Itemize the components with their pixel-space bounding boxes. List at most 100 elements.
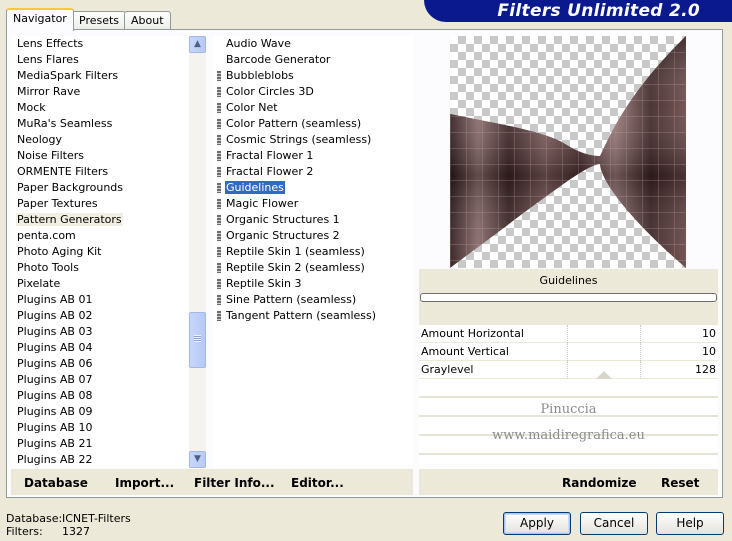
category-item[interactable]: Plugins AB 09 <box>16 404 93 420</box>
app-title-banner: Filters Unlimited 2.0 <box>424 0 732 22</box>
filter-bullet-icon <box>217 119 221 129</box>
category-item[interactable]: Lens Effects <box>16 36 84 52</box>
category-item[interactable]: Plugins AB 07 <box>16 372 93 388</box>
filter-item-label: Organic Structures 1 <box>226 213 340 226</box>
category-item[interactable]: Plugins AB 03 <box>16 324 93 340</box>
database-button[interactable]: Database <box>24 476 88 490</box>
filter-item-label: Cosmic Strings (seamless) <box>226 133 372 146</box>
category-item-label: Plugins AB 03 <box>17 325 93 338</box>
filter-item[interactable]: Fractal Flower 2 <box>217 164 314 180</box>
filter-item[interactable]: Sine Pattern (seamless) <box>217 292 357 308</box>
category-item[interactable]: Mock <box>16 100 47 116</box>
filter-item[interactable]: Cosmic Strings (seamless) <box>217 132 372 148</box>
category-list[interactable]: Lens Effects Lens Flares MediaSpark Filter… <box>11 36 189 468</box>
category-item[interactable]: Lens Flares <box>16 52 80 68</box>
category-item[interactable]: Plugins AB 08 <box>16 388 93 404</box>
category-scrollbar[interactable]: ▲ ▼ <box>189 36 206 468</box>
filter-bullet-icon <box>217 295 221 305</box>
category-item[interactable]: Noise Filters <box>16 148 85 164</box>
filter-item[interactable]: Color Pattern (seamless) <box>217 116 362 132</box>
filter-item[interactable]: Reptile Skin 2 (seamless) <box>217 260 366 276</box>
category-item[interactable]: Plugins AB 10 <box>16 420 93 436</box>
randomize-button[interactable]: Randomize <box>562 476 636 490</box>
filter-item-label: Audio Wave <box>226 37 291 50</box>
category-item[interactable]: Plugins AB 01 <box>16 292 93 308</box>
filter-item-label: Magic Flower <box>226 197 299 210</box>
scroll-down-button[interactable]: ▼ <box>189 451 206 468</box>
parameter-slider[interactable] <box>567 343 641 361</box>
category-item[interactable]: Plugins AB 21 <box>16 436 93 452</box>
filter-bullet-icon <box>217 231 221 241</box>
filter-item[interactable]: Color Circles 3D <box>217 84 315 100</box>
filter-item-label: Color Pattern (seamless) <box>226 117 362 130</box>
filter-item[interactable]: Reptile Skin 1 (seamless) <box>217 244 366 260</box>
parameter-slider[interactable] <box>567 361 641 379</box>
filter-item[interactable]: Audio Wave <box>217 36 292 52</box>
filter-item-label: Reptile Skin 1 (seamless) <box>226 245 365 258</box>
import-button[interactable]: Import... <box>115 476 174 490</box>
category-item[interactable]: Plugins AB 02 <box>16 308 93 324</box>
category-item-label: MediaSpark Filters <box>17 69 119 82</box>
filter-bullet-icon <box>217 247 221 257</box>
category-item-label: ORMENTE Filters <box>17 165 109 178</box>
category-item[interactable]: penta.com <box>16 228 77 244</box>
filter-bullet-icon <box>217 135 221 145</box>
category-item[interactable]: Pixelate <box>16 276 61 292</box>
tab-navigator[interactable]: Navigator <box>6 8 74 31</box>
preview-image <box>450 36 686 268</box>
category-item[interactable]: Pattern Generators <box>16 212 123 228</box>
filter-item-label: Organic Structures 2 <box>226 229 340 242</box>
parameter-label: Amount Horizontal <box>421 327 524 340</box>
filter-item[interactable]: Bubbleblobs <box>217 68 295 84</box>
parameter-row[interactable]: Amount Vertical 10 <box>419 343 718 361</box>
filter-item[interactable]: Organic Structures 2 <box>217 228 341 244</box>
slider-thumb[interactable] <box>596 371 612 379</box>
filter-item[interactable]: Fractal Flower 1 <box>217 148 314 164</box>
parameter-row[interactable]: Graylevel 128 <box>419 361 718 379</box>
tab-presets[interactable]: Presets <box>72 11 127 30</box>
editor-button[interactable]: Editor... <box>291 476 344 490</box>
category-item[interactable]: Paper Backgrounds <box>16 180 124 196</box>
parameter-value: 10 <box>702 345 716 358</box>
scroll-up-button[interactable]: ▲ <box>189 36 206 53</box>
filter-item[interactable]: Reptile Skin 3 <box>217 276 302 292</box>
category-item-label: Lens Flares <box>17 53 79 66</box>
filter-item[interactable]: Barcode Generator <box>217 52 331 68</box>
help-button[interactable]: Help <box>656 512 724 535</box>
apply-button[interactable]: Apply <box>503 512 571 535</box>
filter-item[interactable]: Tangent Pattern (seamless) <box>217 308 377 324</box>
category-item[interactable]: Mirror Rave <box>16 84 81 100</box>
preview-filter-name: Guidelines <box>539 274 598 287</box>
filter-item[interactable]: Magic Flower <box>217 196 299 212</box>
cancel-button[interactable]: Cancel <box>580 512 648 535</box>
category-item-label: Mock <box>17 101 46 114</box>
category-item[interactable]: Neology <box>16 132 63 148</box>
filter-list[interactable]: Audio Wave Barcode Generator Bubbleblobs Co… <box>214 36 413 468</box>
reset-button[interactable]: Reset <box>661 476 699 490</box>
category-item[interactable]: Paper Textures <box>16 196 99 212</box>
filter-info-button[interactable]: Filter Info... <box>194 476 275 490</box>
tab-about[interactable]: About <box>124 11 171 30</box>
filter-item[interactable]: Color Net <box>217 100 279 116</box>
category-item-label: Mirror Rave <box>17 85 81 98</box>
category-item[interactable]: Plugins AB 22 <box>16 452 93 468</box>
category-item[interactable]: ORMENTE Filters <box>16 164 109 180</box>
category-item[interactable]: Photo Tools <box>16 260 80 276</box>
filter-bullet-icon <box>217 167 221 177</box>
category-item[interactable]: MuRa's Seamless <box>16 116 113 132</box>
filter-bullet-icon <box>217 151 221 161</box>
category-item[interactable]: Photo Aging Kit <box>16 244 102 260</box>
chevron-down-icon: ▼ <box>194 454 201 464</box>
category-item-label: Paper Textures <box>17 197 98 210</box>
category-item[interactable]: Plugins AB 06 <box>16 356 93 372</box>
bowtie-preview-graphic <box>450 36 686 268</box>
filter-item[interactable]: Guidelines <box>217 180 285 196</box>
filter-item[interactable]: Organic Structures 1 <box>217 212 341 228</box>
category-item[interactable]: Plugins AB 04 <box>16 340 93 356</box>
scroll-thumb[interactable] <box>189 312 206 368</box>
parameter-row[interactable]: Amount Horizontal 10 <box>419 325 718 343</box>
category-item[interactable]: MediaSpark Filters <box>16 68 119 84</box>
parameter-slider[interactable] <box>567 325 641 343</box>
filter-bullet-icon <box>217 263 221 273</box>
filter-item-label: Color Circles 3D <box>226 85 314 98</box>
